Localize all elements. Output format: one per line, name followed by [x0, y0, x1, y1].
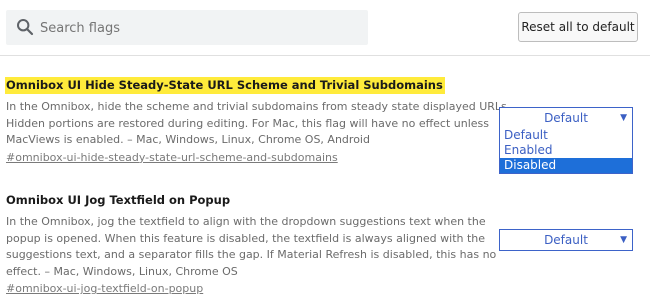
reset-all-button[interactable]: Reset all to default	[518, 12, 638, 42]
flag-description-line: In the Omnibox, jog the textfield to ali…	[6, 215, 486, 228]
flag-title: Omnibox UI Jog Textfield on Popup	[6, 193, 231, 207]
flags-page: Reset all to default Omnibox UI Hide Ste…	[0, 0, 650, 302]
flag-description-line: popup is opened. When this feature is di…	[6, 231, 486, 245]
option-enabled[interactable]: Enabled	[500, 143, 632, 158]
flag-description-line: Hidden portions are restored during edit…	[6, 116, 490, 130]
flag-description-line: MacViews is enabled. – Mac, Windows, Lin…	[6, 133, 370, 147]
search-box[interactable]	[6, 10, 368, 45]
flag-entry: Omnibox UI Jog Textfield on Popup In the…	[6, 189, 497, 297]
option-default[interactable]: Default	[500, 128, 632, 143]
chevron-down-icon: ▼	[620, 113, 627, 123]
select-dropdown-list: Default Enabled Disabled	[499, 128, 633, 174]
flag-description-line: suggestions text, and a separator fills …	[6, 248, 497, 262]
flag-anchor-link[interactable]: #omnibox-ui-hide-steady-state-url-scheme…	[6, 149, 492, 166]
flag-description-line: In the Omnibox, hide the scheme and triv…	[6, 100, 511, 113]
flag-entry: Omnibox UI Hide Steady-State URL Scheme …	[5, 74, 511, 166]
flag-description: In the Omnibox, hide the scheme and triv…	[6, 99, 511, 149]
search-icon	[16, 18, 34, 36]
option-disabled[interactable]: Disabled	[500, 158, 632, 173]
chevron-down-icon: ▼	[620, 235, 627, 245]
flag-state-select[interactable]: Default ▼	[499, 229, 633, 251]
flag-title: Omnibox UI Hide Steady-State URL Scheme …	[5, 77, 445, 94]
flag-description-line: effect. – Mac, Windows, Linux, Chrome OS	[6, 264, 238, 278]
search-input[interactable]	[40, 17, 350, 39]
flag-state-select[interactable]: Default ▼	[499, 107, 633, 129]
flags-header: Reset all to default	[0, 0, 650, 56]
flag-anchor-link[interactable]: #omnibox-ui-jog-textfield-on-popup	[6, 280, 492, 297]
select-value: Default	[544, 111, 588, 125]
select-value: Default	[544, 233, 588, 247]
flag-description: In the Omnibox, jog the textfield to ali…	[6, 214, 497, 280]
